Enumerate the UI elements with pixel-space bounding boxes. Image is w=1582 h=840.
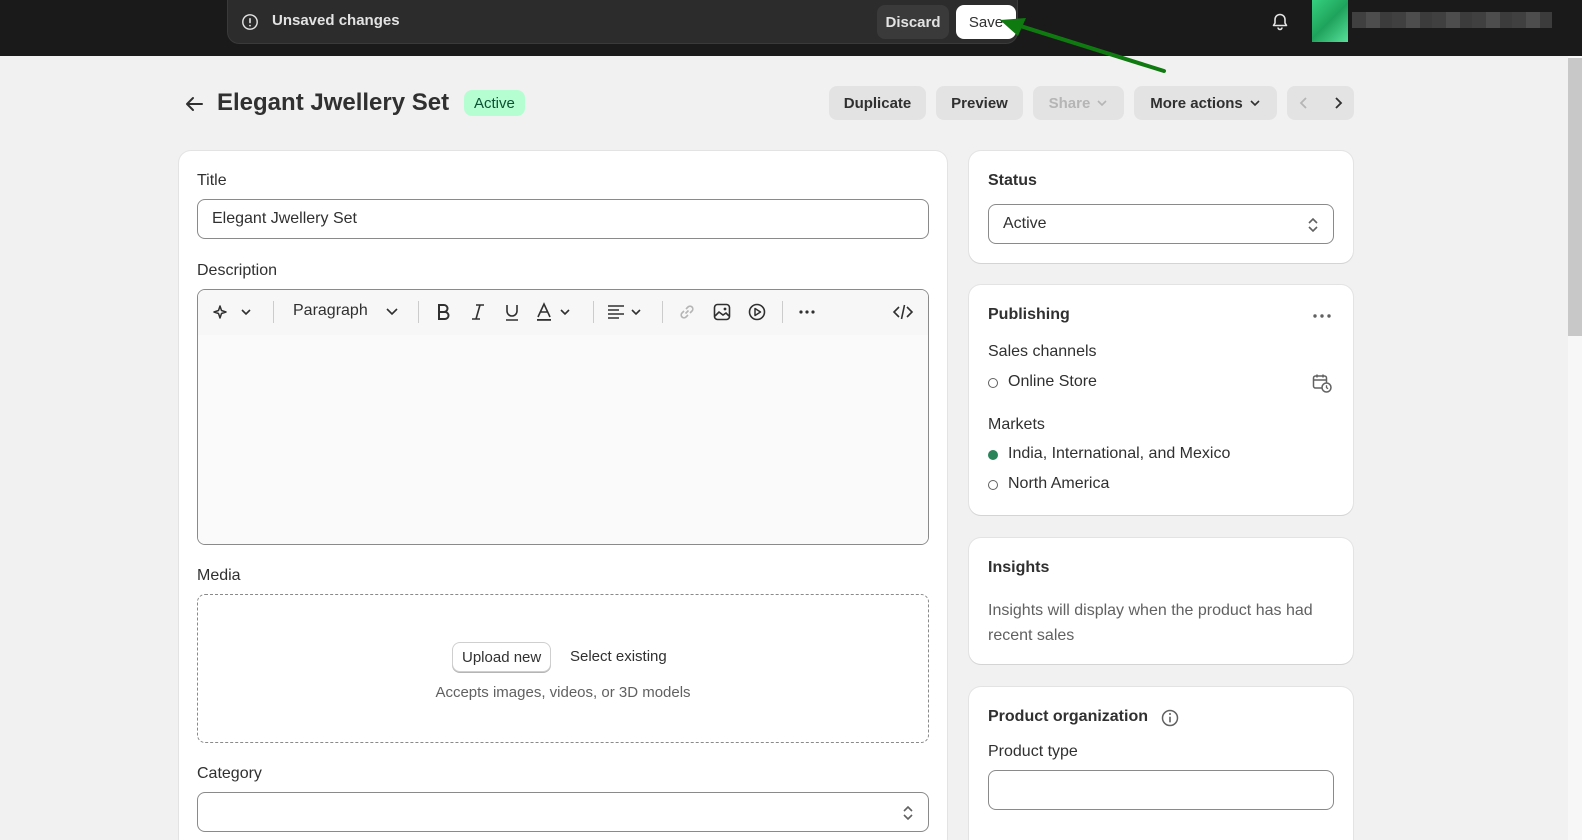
italic-button[interactable] xyxy=(466,300,490,324)
bold-icon xyxy=(438,304,450,320)
product-organization-title: Product organization xyxy=(988,708,1148,725)
channel-online-store: Online Store xyxy=(1008,373,1097,390)
code-icon xyxy=(892,304,914,320)
info-icon[interactable] xyxy=(1160,708,1180,728)
product-type-input[interactable] xyxy=(988,770,1334,810)
status-select-value: Active xyxy=(1003,215,1047,232)
more-formatting-button[interactable] xyxy=(795,300,819,324)
preview-label: Preview xyxy=(951,94,1008,112)
title-label: Title xyxy=(197,172,227,189)
ai-magic-button[interactable] xyxy=(212,300,256,324)
toolbar-divider xyxy=(662,301,663,323)
description-textarea[interactable] xyxy=(198,335,928,544)
annotation-arrow-icon xyxy=(1000,18,1166,73)
page-title: Elegant Jwellery Set xyxy=(217,89,450,116)
insert-video-button[interactable] xyxy=(745,300,769,324)
show-html-button[interactable] xyxy=(891,300,915,324)
product-pager xyxy=(1287,86,1354,120)
title-input[interactable]: Elegant Jwellery Set xyxy=(197,199,929,239)
category-label: Category xyxy=(197,765,262,782)
markets-label: Markets xyxy=(988,416,1045,433)
chevron-right-icon xyxy=(1334,97,1342,109)
discard-button[interactable]: Discard xyxy=(877,5,949,39)
product-type-label: Product type xyxy=(988,743,1078,760)
underline-icon xyxy=(506,305,518,321)
description-label: Description xyxy=(197,262,278,279)
toolbar-divider xyxy=(418,301,419,323)
scrollbar-thumb[interactable] xyxy=(1568,58,1582,336)
more-horizontal-icon[interactable] xyxy=(1311,306,1333,326)
status-card-title: Status xyxy=(988,172,1037,189)
preview-button[interactable]: Preview xyxy=(936,86,1023,120)
unsaved-changes-label: Unsaved changes xyxy=(272,12,400,29)
chevron-down-icon xyxy=(1250,100,1260,107)
status-select[interactable]: Active xyxy=(988,204,1334,244)
media-hint: Accepts images, videos, or 3D models xyxy=(435,684,691,701)
sales-channels-label: Sales channels xyxy=(988,343,1097,360)
sparkle-icon xyxy=(213,305,251,319)
toolbar-divider xyxy=(273,301,274,323)
market-north-america: North America xyxy=(1008,475,1110,492)
alignment-button[interactable] xyxy=(606,300,650,324)
media-label: Media xyxy=(197,567,241,584)
market-inactive-dot xyxy=(988,480,998,490)
bell-icon[interactable] xyxy=(1270,12,1290,32)
select-caret-icon xyxy=(903,805,913,821)
chevron-down-icon xyxy=(1097,100,1107,107)
text-color-icon xyxy=(537,302,570,321)
italic-icon xyxy=(472,304,484,320)
duplicate-label: Duplicate xyxy=(843,94,912,112)
category-select[interactable] xyxy=(197,792,929,832)
editor-toolbar: Paragraph xyxy=(198,290,928,335)
align-left-icon xyxy=(608,305,641,319)
select-existing-link[interactable]: Select existing xyxy=(570,648,667,665)
previous-product-button[interactable] xyxy=(1287,86,1320,120)
underline-button[interactable] xyxy=(500,300,524,324)
upload-new-button[interactable]: Upload new xyxy=(452,642,552,672)
description-editor: Paragraph xyxy=(197,289,929,545)
link-button[interactable] xyxy=(675,300,699,324)
chevron-down-icon xyxy=(386,308,398,316)
insights-card-title: Insights xyxy=(988,559,1050,576)
top-bar: Unsaved changes Discard Save xyxy=(0,0,1582,56)
market-india-international-mexico: India, International, and Mexico xyxy=(1008,445,1231,462)
media-dropzone[interactable]: Upload new Select existing Accepts image… xyxy=(197,594,929,743)
alert-circle-icon xyxy=(242,14,258,30)
store-name-redacted[interactable] xyxy=(1352,12,1552,28)
toolbar-divider xyxy=(593,301,594,323)
market-active-dot xyxy=(988,450,998,460)
select-caret-icon xyxy=(1308,217,1318,233)
paragraph-format-label[interactable]: Paragraph xyxy=(293,302,368,320)
share-button[interactable]: Share xyxy=(1033,86,1124,120)
status-badge: Active xyxy=(464,90,525,116)
share-label: Share xyxy=(1048,94,1091,112)
insert-image-button[interactable] xyxy=(710,300,734,324)
contextual-save-bar: Unsaved changes Discard Save xyxy=(227,0,1018,44)
link-icon xyxy=(680,305,694,319)
more-actions-label: More actions xyxy=(1150,94,1243,112)
paragraph-dropdown[interactable] xyxy=(384,300,400,324)
duplicate-button[interactable]: Duplicate xyxy=(829,86,926,120)
insights-message: Insights will display when the product h… xyxy=(988,602,1313,644)
chevron-left-icon xyxy=(1299,97,1307,109)
schedule-calendar-icon[interactable] xyxy=(1311,372,1333,394)
play-circle-icon xyxy=(748,303,766,321)
next-product-button[interactable] xyxy=(1321,86,1354,120)
text-color-button[interactable] xyxy=(534,300,578,324)
avatar[interactable] xyxy=(1312,0,1348,42)
image-icon xyxy=(713,303,731,321)
publishing-card-title: Publishing xyxy=(988,306,1070,323)
more-actions-button[interactable]: More actions xyxy=(1134,86,1277,120)
toolbar-divider xyxy=(782,301,783,323)
bold-button[interactable] xyxy=(431,300,455,324)
more-horizontal-icon xyxy=(799,310,815,314)
channel-status-dot xyxy=(988,378,998,388)
back-arrow-icon[interactable] xyxy=(182,92,206,116)
